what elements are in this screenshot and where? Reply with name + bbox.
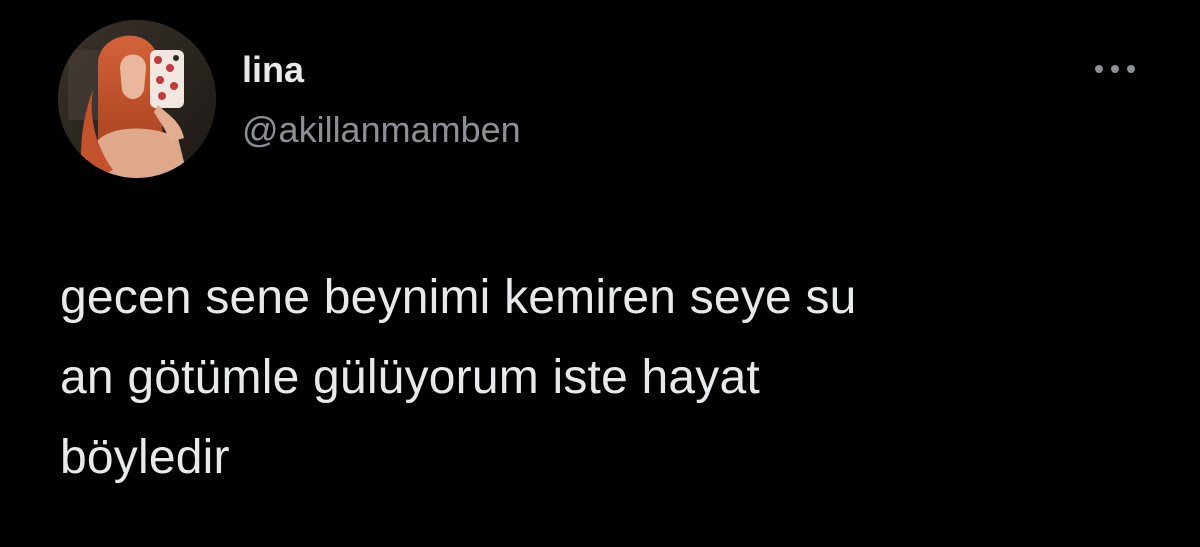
more-options-button[interactable] <box>1090 54 1140 84</box>
tweet-text-line: gecen sene beynimi kemiren seye su <box>60 271 857 324</box>
avatar[interactable] <box>58 20 216 178</box>
username-handle[interactable]: @akillanmamben <box>242 108 521 152</box>
tweet-text-line: böyledir <box>60 431 230 484</box>
more-horizontal-icon <box>1095 65 1135 73</box>
tweet-text: gecen sene beynimi kemiren seye su an gö… <box>60 258 1140 498</box>
tweet-text-line: an götümle gülüyorum iste hayat <box>60 351 760 404</box>
display-name[interactable]: lina <box>242 48 304 92</box>
profile-photo-icon <box>58 20 216 178</box>
tweet-card: lina @akillanmamben gecen sene beynimi k… <box>0 0 1200 547</box>
